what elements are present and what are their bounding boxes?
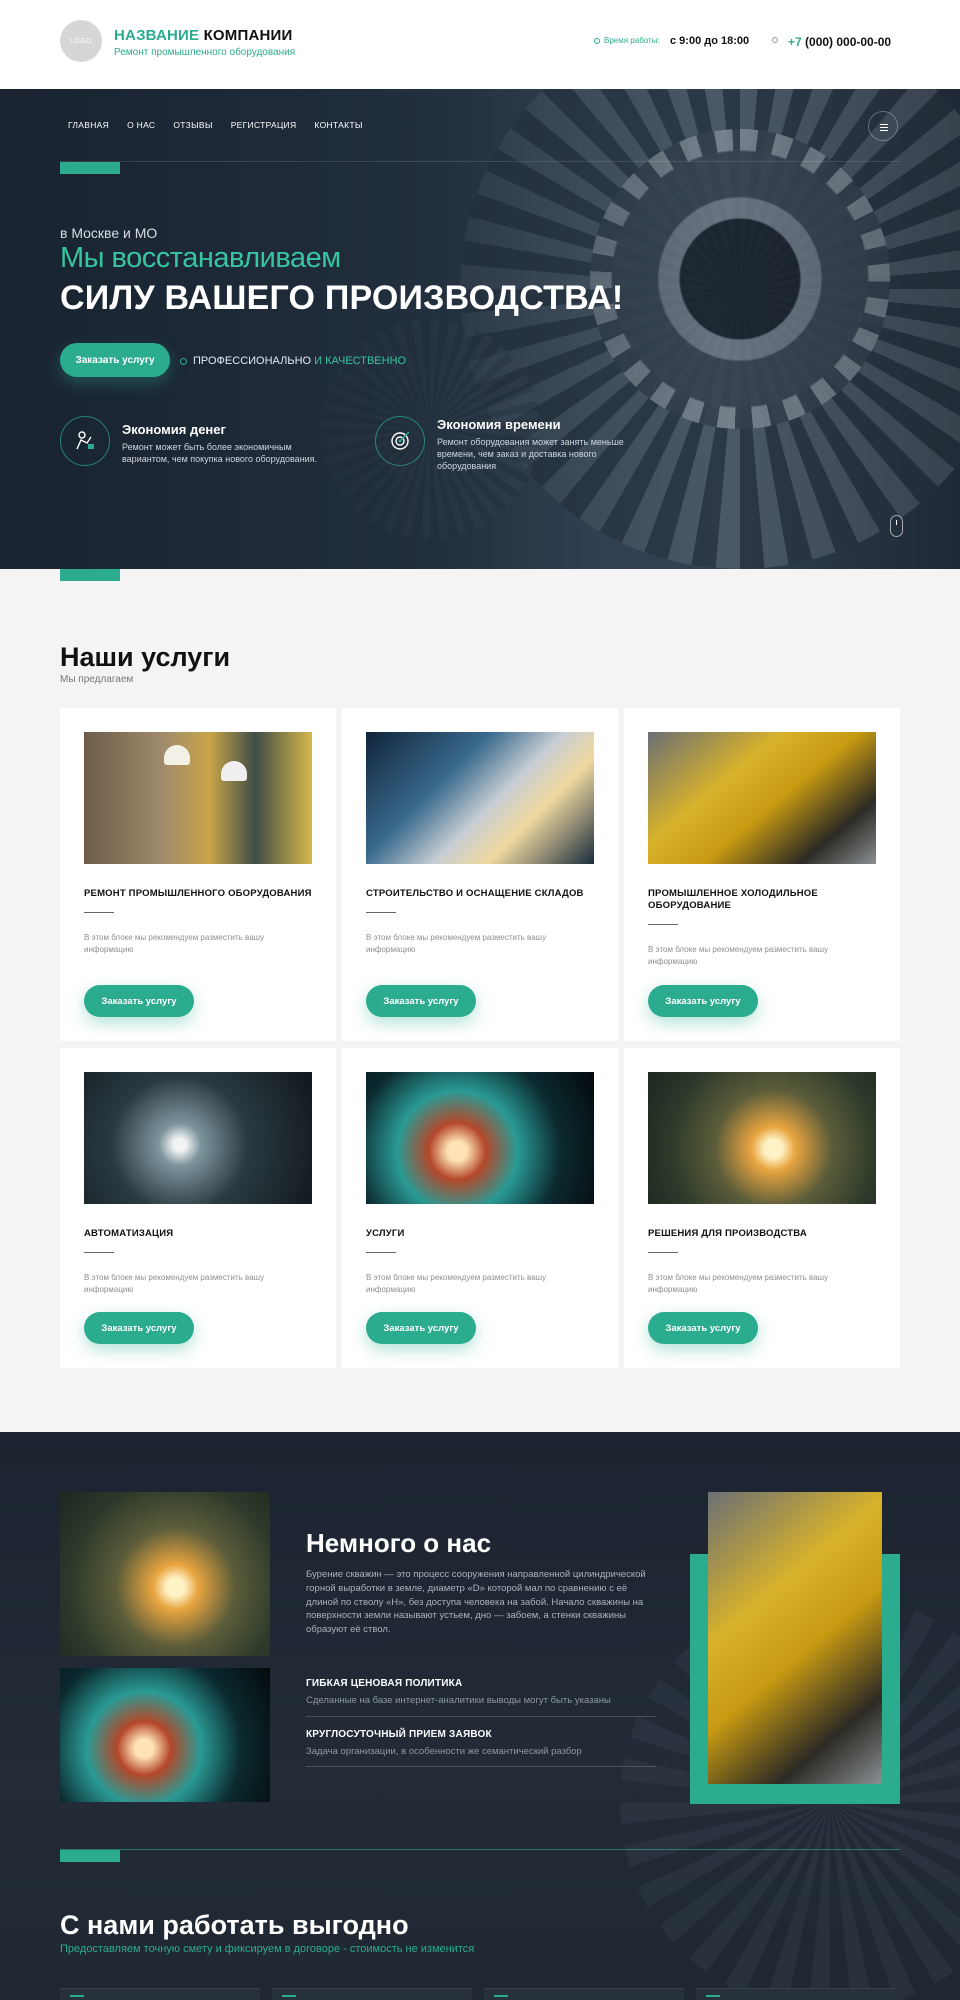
service-image-refrigeration — [648, 732, 876, 864]
service-order-button[interactable]: Заказать услугу — [366, 1312, 476, 1344]
feature-money-title: Экономия денег — [122, 422, 226, 437]
service-order-button[interactable]: Заказать услугу — [648, 985, 758, 1017]
about-image-engine — [708, 1492, 882, 1784]
service-card-divider — [648, 1252, 678, 1253]
service-card-description: В этом блоке мы рекомендуем разместить в… — [648, 1273, 829, 1294]
service-card-divider — [366, 1252, 396, 1253]
feature-time-title: Экономия времени — [437, 417, 561, 432]
phone-number[interactable]: +7 (000) 000-00-00 — [788, 35, 891, 49]
nav-item-contacts[interactable]: КОНТАКТЫ — [314, 120, 362, 130]
company-logo[interactable]: LOGO — [60, 20, 102, 62]
service-card-title: СТРОИТЕЛЬСТВО И ОСНАЩЕНИЕ СКЛАДОВ — [366, 888, 584, 899]
company-tagline: Ремонт промышленного оборудования — [114, 47, 296, 58]
service-card-title: АВТОМАТИЗАЦИЯ — [84, 1228, 174, 1239]
feature-money-text: Ремонт может быть более экономичным вари… — [122, 442, 318, 465]
service-card: СТРОИТЕЛЬСТВО И ОСНАЩЕНИЕ СКЛАДОВ В этом… — [342, 708, 618, 1041]
service-card-title: УСЛУГИ — [366, 1228, 405, 1239]
about-title: Немного о нас — [306, 1528, 492, 1558]
hero-section: ГЛАВНАЯ О НАС ОТЗЫВЫ РЕГИСТРАЦИЯ КОНТАКТ… — [0, 89, 960, 569]
hero-order-button[interactable]: Заказать услугу — [60, 343, 170, 377]
service-card-divider — [648, 924, 678, 925]
service-order-button[interactable]: Заказать услугу — [648, 1312, 758, 1344]
service-image-automation — [84, 1072, 312, 1204]
service-card-description: В этом блоке мы рекомендуем разместить в… — [84, 933, 265, 954]
service-card-title: РЕМОНТ ПРОМЫШЛЕННОГО ОБОРУДОВАНИЯ — [84, 888, 312, 899]
service-card-description: В этом блоке мы рекомендуем разместить в… — [648, 945, 829, 966]
service-order-button[interactable]: Заказать услугу — [366, 985, 476, 1017]
company-name-rest: КОМПАНИИ — [199, 27, 293, 44]
hero-slogan: ПРОФЕССИОНАЛЬНО И КАЧЕСТВЕННО — [180, 355, 406, 367]
service-card: РЕМОНТ ПРОМЫШЛЕННОГО ОБОРУДОВАНИЯ В этом… — [60, 708, 336, 1041]
about-item-text: Сделанные на базе интернет-аналитики выв… — [306, 1695, 611, 1706]
service-card-description: В этом блоке мы рекомендуем разместить в… — [366, 933, 547, 954]
advantages-divider — [60, 1849, 900, 1850]
nav-item-registration[interactable]: РЕГИСТРАЦИЯ — [231, 120, 297, 130]
service-card-divider — [366, 912, 396, 913]
scroll-down-icon[interactable] — [890, 515, 903, 537]
site-header: LOGO НАЗВАНИЕ КОМПАНИИ Ремонт промышленн… — [0, 0, 960, 89]
main-nav: ГЛАВНАЯ О НАС ОТЗЫВЫ РЕГИСТРАЦИЯ КОНТАКТ… — [68, 120, 381, 130]
about-text: Бурение скважин — это процесс сооружения… — [306, 1569, 646, 1636]
about-item-divider — [306, 1766, 656, 1767]
hero-city: в Москве и МО — [60, 225, 158, 241]
hero-slogan-plain: ПРОФЕССИОНАЛЬНО — [193, 355, 312, 367]
advantages-title: С нами работать выгодно — [60, 1910, 409, 1940]
service-order-button[interactable]: Заказать услугу — [84, 985, 194, 1017]
hours-label: Время работы: — [604, 36, 660, 45]
advantages-subtitle: Предоставляем точную смету и фиксируем в… — [60, 1943, 475, 1955]
service-card: ПРОМЫШЛЕННОЕ ХОЛОДИЛЬНОЕ ОБОРУДОВАНИЕ В … — [624, 708, 900, 1041]
service-card-title: ПРОМЫШЛЕННОЕ ХОЛОДИЛЬНОЕ ОБОРУДОВАНИЕ — [648, 888, 818, 912]
clock-icon — [594, 38, 600, 44]
company-name: НАЗВАНИЕ КОМПАНИИ — [114, 27, 293, 44]
about-item-title: КРУГЛОСУТОЧНЫЙ ПРИЕМ ЗАЯВОК — [306, 1729, 492, 1740]
phone-icon — [772, 37, 778, 43]
about-item-text: Задача организации, в особенности же сем… — [306, 1746, 582, 1757]
about-item-title: ГИБКАЯ ЦЕНОВАЯ ПОЛИТИКА — [306, 1678, 463, 1689]
service-card: РЕШЕНИЯ ДЛЯ ПРОИЗВОДСТВА В этом блоке мы… — [624, 1048, 900, 1368]
about-item-divider — [306, 1716, 656, 1717]
advantage-card — [272, 1988, 472, 2000]
nav-item-reviews[interactable]: ОТЗЫВЫ — [173, 120, 212, 130]
feature-time-text: Ремонт оборудования может занять меньше … — [437, 437, 624, 472]
service-card: УСЛУГИ В этом блоке мы рекомендуем разме… — [342, 1048, 618, 1368]
service-image-grinding — [648, 1072, 876, 1204]
circle-icon — [180, 357, 187, 365]
service-image-warehouse — [366, 732, 594, 864]
advantage-card — [696, 1988, 896, 2000]
advantages-accent-bar — [60, 1850, 120, 1862]
hero-headline-1: Мы восстанавливаем — [60, 242, 341, 274]
hero-slogan-accent: И КАЧЕСТВЕННО — [311, 355, 407, 367]
service-card-title: РЕШЕНИЯ ДЛЯ ПРОИЗВОДСТВА — [648, 1228, 807, 1239]
hero-accent-bar — [60, 162, 120, 174]
target-icon — [375, 416, 425, 466]
service-card-divider — [84, 1252, 114, 1253]
services-title: Наши услуги — [60, 642, 231, 672]
about-image-grinding — [60, 1492, 270, 1656]
nav-item-home[interactable]: ГЛАВНАЯ — [68, 120, 109, 130]
company-name-accent: НАЗВАНИЕ — [114, 27, 200, 44]
money-saving-icon — [60, 416, 110, 466]
hero-headline-2: СИЛУ ВАШЕГО ПРОИЗВОДСТВА! — [60, 279, 624, 317]
services-accent-bar — [60, 569, 120, 581]
nav-item-about[interactable]: О НАС — [127, 120, 155, 130]
about-image-gear — [60, 1668, 270, 1802]
advantage-card — [60, 1988, 260, 2000]
service-image-gear — [366, 1072, 594, 1204]
service-card-description: В этом блоке мы рекомендуем разместить в… — [84, 1273, 265, 1294]
service-card-divider — [84, 912, 114, 913]
service-card-description: В этом блоке мы рекомендуем разместить в… — [366, 1273, 547, 1294]
menu-icon[interactable] — [868, 111, 898, 141]
phone-rest: (000) 000-00-00 — [801, 35, 892, 49]
advantage-card — [484, 1988, 684, 2000]
service-card: АВТОМАТИЗАЦИЯ В этом блоке мы рекомендуе… — [60, 1048, 336, 1368]
phone-prefix: +7 — [788, 35, 802, 49]
service-image-electricians — [84, 732, 312, 864]
nav-divider — [60, 161, 900, 162]
hours-value: с 9:00 до 18:00 — [670, 35, 750, 47]
services-subtitle: Мы предлагаем — [60, 674, 134, 685]
service-order-button[interactable]: Заказать услугу — [84, 1312, 194, 1344]
about-section: Немного о нас Бурение скважин — это проц… — [0, 1432, 960, 2000]
